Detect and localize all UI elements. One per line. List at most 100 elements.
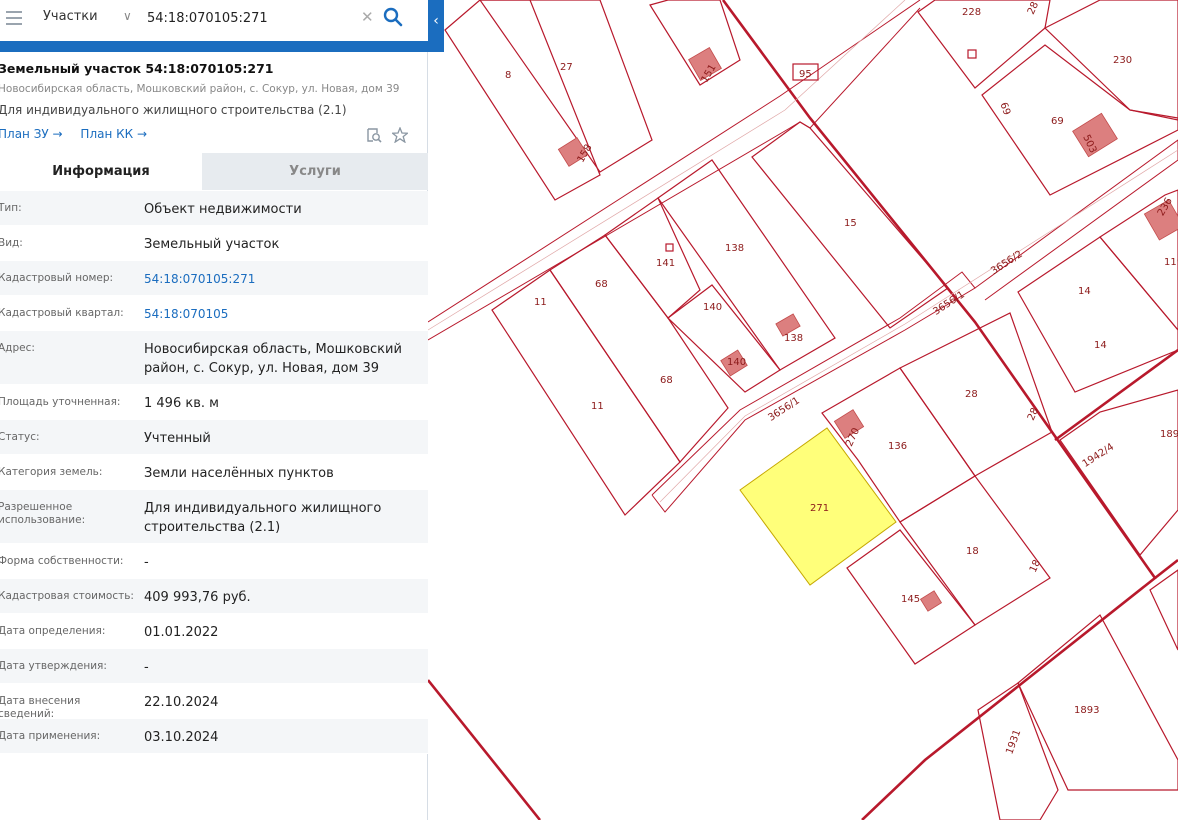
map-label: 14 xyxy=(1094,340,1107,351)
map-label: 18 xyxy=(966,546,979,557)
info-key: Дата внесения сведений: xyxy=(0,695,81,720)
map-label: 28 xyxy=(1026,0,1041,16)
map-label: 11 xyxy=(591,401,604,412)
map-label: 3656/1 xyxy=(766,395,802,423)
info-row: Кадастровый номер: 54:18:070105:271 xyxy=(0,261,428,296)
search-bar-inner: Участки ∨ ✕ xyxy=(0,0,428,41)
info-row: Дата применения: 03.10.2024 xyxy=(0,719,428,754)
plan-kk-link[interactable]: План КК → xyxy=(80,127,147,141)
info-key: Кадастровая стоимость: xyxy=(0,590,134,602)
info-row: Дата внесения сведений: 22.10.2024 xyxy=(0,684,428,720)
search-input[interactable] xyxy=(147,6,352,30)
road-centerline xyxy=(428,0,906,331)
plot-edge xyxy=(1149,569,1178,651)
info-row: Дата утверждения: - xyxy=(0,649,428,684)
map-label: 138 xyxy=(725,243,744,254)
plot-69 xyxy=(981,44,1178,196)
tab-information[interactable]: Информация xyxy=(0,153,202,190)
map-label: 140 xyxy=(703,302,722,313)
parcel-permitted-use: Для индивидуального жилищного строительс… xyxy=(0,103,347,117)
quarter-boundary xyxy=(428,679,542,820)
zoom-to-parcel-icon[interactable] xyxy=(366,127,382,143)
search-icon[interactable] xyxy=(383,7,403,27)
info-key: Дата утверждения: xyxy=(0,660,107,672)
map-label: 27 xyxy=(560,62,573,73)
cadastral-map[interactable]: 8 27 151 158 95 228 28 230 69 69 503 15 … xyxy=(428,0,1178,820)
hamburger-menu-icon[interactable] xyxy=(6,11,22,25)
plot-1931 xyxy=(977,682,1059,820)
map-label: 11 xyxy=(534,297,547,308)
map-label: 3656/2 xyxy=(989,249,1025,277)
info-key: Кадастровый квартал: xyxy=(0,307,124,319)
map-label: 119 xyxy=(1164,257,1178,268)
cadastral-number-link[interactable]: 54:18:070105:271 xyxy=(144,261,419,297)
map-label: 1893 xyxy=(1074,705,1099,716)
info-key: Вид: xyxy=(0,237,23,249)
plot-11 xyxy=(491,269,681,516)
search-type-select[interactable]: Участки xyxy=(43,9,98,24)
plot-1942-4 xyxy=(1059,389,1178,556)
building xyxy=(919,590,943,612)
info-value: 1 496 кв. м xyxy=(144,396,219,411)
map-label: 15 xyxy=(844,218,857,229)
info-key: Форма собственности: xyxy=(0,555,124,567)
info-table: Тип: Объект недвижимости Вид: Земельный уч… xyxy=(0,191,428,754)
tab-services[interactable]: Услуги xyxy=(202,153,428,190)
plot-140 xyxy=(667,284,781,393)
info-row: Кадастровый квартал: 54:18:070105 xyxy=(0,296,428,331)
chevron-down-icon[interactable]: ∨ xyxy=(123,9,132,23)
info-key: Тип: xyxy=(0,202,22,214)
map-label: 8 xyxy=(505,70,511,81)
collapse-panel-button[interactable]: ‹ xyxy=(428,0,444,41)
info-value: 409 993,76 руб. xyxy=(144,590,251,605)
map-label: 1942/4 xyxy=(1081,442,1117,470)
info-row: Тип: Объект недвижимости xyxy=(0,191,428,226)
road-strip xyxy=(428,7,921,341)
info-row: Площадь уточненная: 1 496 кв. м xyxy=(0,385,428,420)
clear-icon[interactable]: ✕ xyxy=(361,8,374,26)
plot-8 xyxy=(444,0,601,201)
plan-zu-link[interactable]: План ЗУ → xyxy=(0,127,63,141)
info-value: Земельный участок xyxy=(144,237,280,252)
map-label: 136 xyxy=(888,441,907,452)
map-label: 189 xyxy=(1160,429,1178,440)
map-label: 228 xyxy=(962,7,981,18)
building-small xyxy=(967,49,977,59)
info-row: Кадастровая стоимость: 409 993,76 руб. xyxy=(0,579,428,614)
map-label: 69 xyxy=(1051,116,1064,127)
plot-138 xyxy=(657,159,836,371)
map-label: 140 xyxy=(727,357,746,368)
map-label: 141 xyxy=(656,258,675,269)
info-row: Форма собственности: - xyxy=(0,544,428,579)
info-key: Площадь уточненная: xyxy=(0,396,121,408)
info-value: - xyxy=(144,555,149,570)
info-row: Категория земель: Земли населённых пункто… xyxy=(0,455,428,490)
quarter-boundary xyxy=(1154,558,1178,580)
info-row: Адрес: Новосибирская область, Мошковский … xyxy=(0,331,428,385)
info-value: 22.10.2024 xyxy=(144,695,219,710)
map-label: 1931 xyxy=(1004,728,1023,756)
map-label: 18 xyxy=(1028,558,1043,574)
plot-151 xyxy=(649,0,741,86)
info-row: Разрешенное использование: Для индивидуал… xyxy=(0,490,428,544)
info-value: Новосибирская область, Мошковский район,… xyxy=(144,342,402,376)
plot-141 xyxy=(604,197,701,319)
map-label: 69 xyxy=(997,101,1012,117)
cadastral-quarter-link[interactable]: 54:18:070105 xyxy=(144,296,419,332)
map-label: 68 xyxy=(595,279,608,290)
info-value: 01.01.2022 xyxy=(144,625,219,640)
map-label: 28 xyxy=(965,389,978,400)
info-key: Дата применения: xyxy=(0,730,101,742)
info-panel: Участки ∨ ✕ ‹ Земельный участок 54:18:07… xyxy=(0,0,444,820)
map-canvas[interactable]: 8 27 151 158 95 228 28 230 69 69 503 15 … xyxy=(428,0,1178,820)
plot-1893 xyxy=(1017,614,1178,791)
info-row: Вид: Земельный участок xyxy=(0,226,428,261)
map-label: 230 xyxy=(1113,55,1132,66)
star-favorite-icon[interactable] xyxy=(392,127,408,143)
building-small xyxy=(665,243,674,252)
info-value: Объект недвижимости xyxy=(144,202,302,217)
info-key: Кадастровый номер: xyxy=(0,272,114,284)
parcel-title: Земельный участок 54:18:070105:271 xyxy=(0,61,274,76)
info-key: Разрешенное использование: xyxy=(0,501,86,526)
plot-68 xyxy=(549,234,729,463)
